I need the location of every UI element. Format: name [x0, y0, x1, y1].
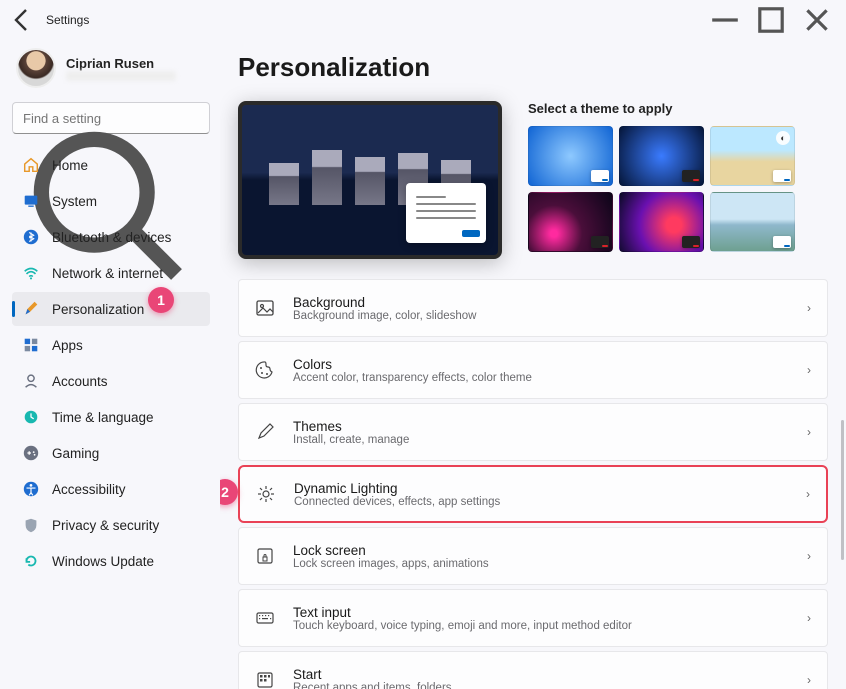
- theme-option-4[interactable]: [528, 192, 613, 252]
- profile-name: Ciprian Rusen: [66, 56, 176, 71]
- card-title: Text input: [293, 605, 632, 620]
- theme-grid: ◐: [528, 126, 828, 252]
- card-title: Themes: [293, 419, 409, 434]
- chevron-right-icon: ›: [806, 487, 810, 501]
- card-title: Colors: [293, 357, 532, 372]
- nav-list: Home System Bluetooth & devices Network …: [12, 148, 210, 578]
- palette-icon: [255, 360, 275, 380]
- chevron-right-icon: ›: [807, 363, 811, 377]
- card-title: Background: [293, 295, 476, 310]
- nav-item-gaming[interactable]: Gaming: [12, 436, 210, 470]
- minimize-button[interactable]: [702, 4, 748, 36]
- theme-option-5[interactable]: [619, 192, 704, 252]
- keyboard-icon: [255, 608, 275, 628]
- clock-icon: [22, 408, 40, 426]
- close-button[interactable]: [794, 4, 840, 36]
- card-sub: Recent apps and items, folders: [293, 682, 452, 689]
- card-title: Lock screen: [293, 543, 489, 558]
- picture-icon: [255, 298, 275, 318]
- shield-icon: [22, 516, 40, 534]
- nav-item-privacy[interactable]: Privacy & security: [12, 508, 210, 542]
- back-button[interactable]: [6, 4, 38, 36]
- gaming-icon: [22, 444, 40, 462]
- card-sub: Connected devices, effects, app settings: [294, 496, 500, 508]
- apps-icon: [22, 336, 40, 354]
- nav-label: System: [52, 194, 97, 209]
- nav-item-network[interactable]: Network & internet: [12, 256, 210, 290]
- nav-label: Network & internet: [52, 266, 163, 281]
- card-title: Start: [293, 667, 452, 682]
- page-title: Personalization: [238, 52, 828, 83]
- system-icon: [22, 192, 40, 210]
- scrollbar[interactable]: [841, 420, 844, 560]
- annotation-badge-2: 2: [220, 479, 238, 505]
- nav-item-personalization[interactable]: Personalization: [12, 292, 210, 326]
- card-text-input[interactable]: Text inputTouch keyboard, voice typing, …: [238, 589, 828, 647]
- nav-label: Privacy & security: [52, 518, 159, 533]
- home-icon: [22, 156, 40, 174]
- desktop-preview[interactable]: [238, 101, 502, 259]
- card-sub: Background image, color, slideshow: [293, 310, 476, 322]
- card-lock-screen[interactable]: Lock screenLock screen images, apps, ani…: [238, 527, 828, 585]
- nav-item-time[interactable]: Time & language: [12, 400, 210, 434]
- accounts-icon: [22, 372, 40, 390]
- chevron-right-icon: ›: [807, 673, 811, 687]
- card-colors[interactable]: ColorsAccent color, transparency effects…: [238, 341, 828, 399]
- nav-item-apps[interactable]: Apps: [12, 328, 210, 362]
- theme-option-1[interactable]: [528, 126, 613, 186]
- nav-item-system[interactable]: System: [12, 184, 210, 218]
- nav-label: Gaming: [52, 446, 99, 461]
- search-box[interactable]: [12, 102, 210, 134]
- card-sub: Accent color, transparency effects, colo…: [293, 372, 532, 384]
- themes-heading: Select a theme to apply: [528, 101, 828, 116]
- title-bar: Settings: [0, 0, 846, 40]
- theme-option-3[interactable]: ◐: [710, 126, 795, 186]
- nav-label: Accessibility: [52, 482, 126, 497]
- theme-option-2[interactable]: [619, 126, 704, 186]
- theme-option-6[interactable]: [710, 192, 795, 252]
- profile-block[interactable]: Ciprian Rusen: [12, 48, 210, 88]
- nav-label: Home: [52, 158, 88, 173]
- start-icon: [255, 670, 275, 689]
- sidebar: Ciprian Rusen Home System Bluetooth & de…: [0, 40, 220, 689]
- card-title: Dynamic Lighting: [294, 481, 500, 496]
- annotation-badge-1: 1: [148, 287, 174, 313]
- chevron-right-icon: ›: [807, 425, 811, 439]
- lighting-icon: [256, 484, 276, 504]
- card-sub: Lock screen images, apps, animations: [293, 558, 489, 570]
- nav-label: Bluetooth & devices: [52, 230, 171, 245]
- nav-label: Apps: [52, 338, 83, 353]
- brush-icon: [255, 422, 275, 442]
- nav-label: Accounts: [52, 374, 108, 389]
- spotlight-icon: ◐: [776, 131, 790, 145]
- chevron-right-icon: ›: [807, 611, 811, 625]
- card-themes[interactable]: ThemesInstall, create, manage ›: [238, 403, 828, 461]
- lockscreen-icon: [255, 546, 275, 566]
- chevron-right-icon: ›: [807, 549, 811, 563]
- nav-label: Windows Update: [52, 554, 154, 569]
- accessibility-icon: [22, 480, 40, 498]
- nav-item-accounts[interactable]: Accounts: [12, 364, 210, 398]
- card-background[interactable]: BackgroundBackground image, color, slide…: [238, 279, 828, 337]
- window-title: Settings: [46, 13, 89, 27]
- card-sub: Install, create, manage: [293, 434, 409, 446]
- chevron-right-icon: ›: [807, 301, 811, 315]
- nav-item-home[interactable]: Home: [12, 148, 210, 182]
- content-area: Personalization Select a theme to apply …: [220, 40, 846, 689]
- update-icon: [22, 552, 40, 570]
- card-dynamic-lighting[interactable]: Dynamic LightingConnected devices, effec…: [238, 465, 828, 523]
- nav-label: Time & language: [52, 410, 154, 425]
- avatar: [16, 48, 56, 88]
- maximize-button[interactable]: [748, 4, 794, 36]
- paintbrush-icon: [22, 300, 40, 318]
- nav-item-update[interactable]: Windows Update: [12, 544, 210, 578]
- nav-label: Personalization: [52, 302, 144, 317]
- profile-email-blurred: [66, 71, 176, 81]
- nav-item-bluetooth[interactable]: Bluetooth & devices: [12, 220, 210, 254]
- nav-item-accessibility[interactable]: Accessibility: [12, 472, 210, 506]
- card-sub: Touch keyboard, voice typing, emoji and …: [293, 620, 632, 632]
- bluetooth-icon: [22, 228, 40, 246]
- card-start[interactable]: StartRecent apps and items, folders ›: [238, 651, 828, 689]
- wifi-icon: [22, 264, 40, 282]
